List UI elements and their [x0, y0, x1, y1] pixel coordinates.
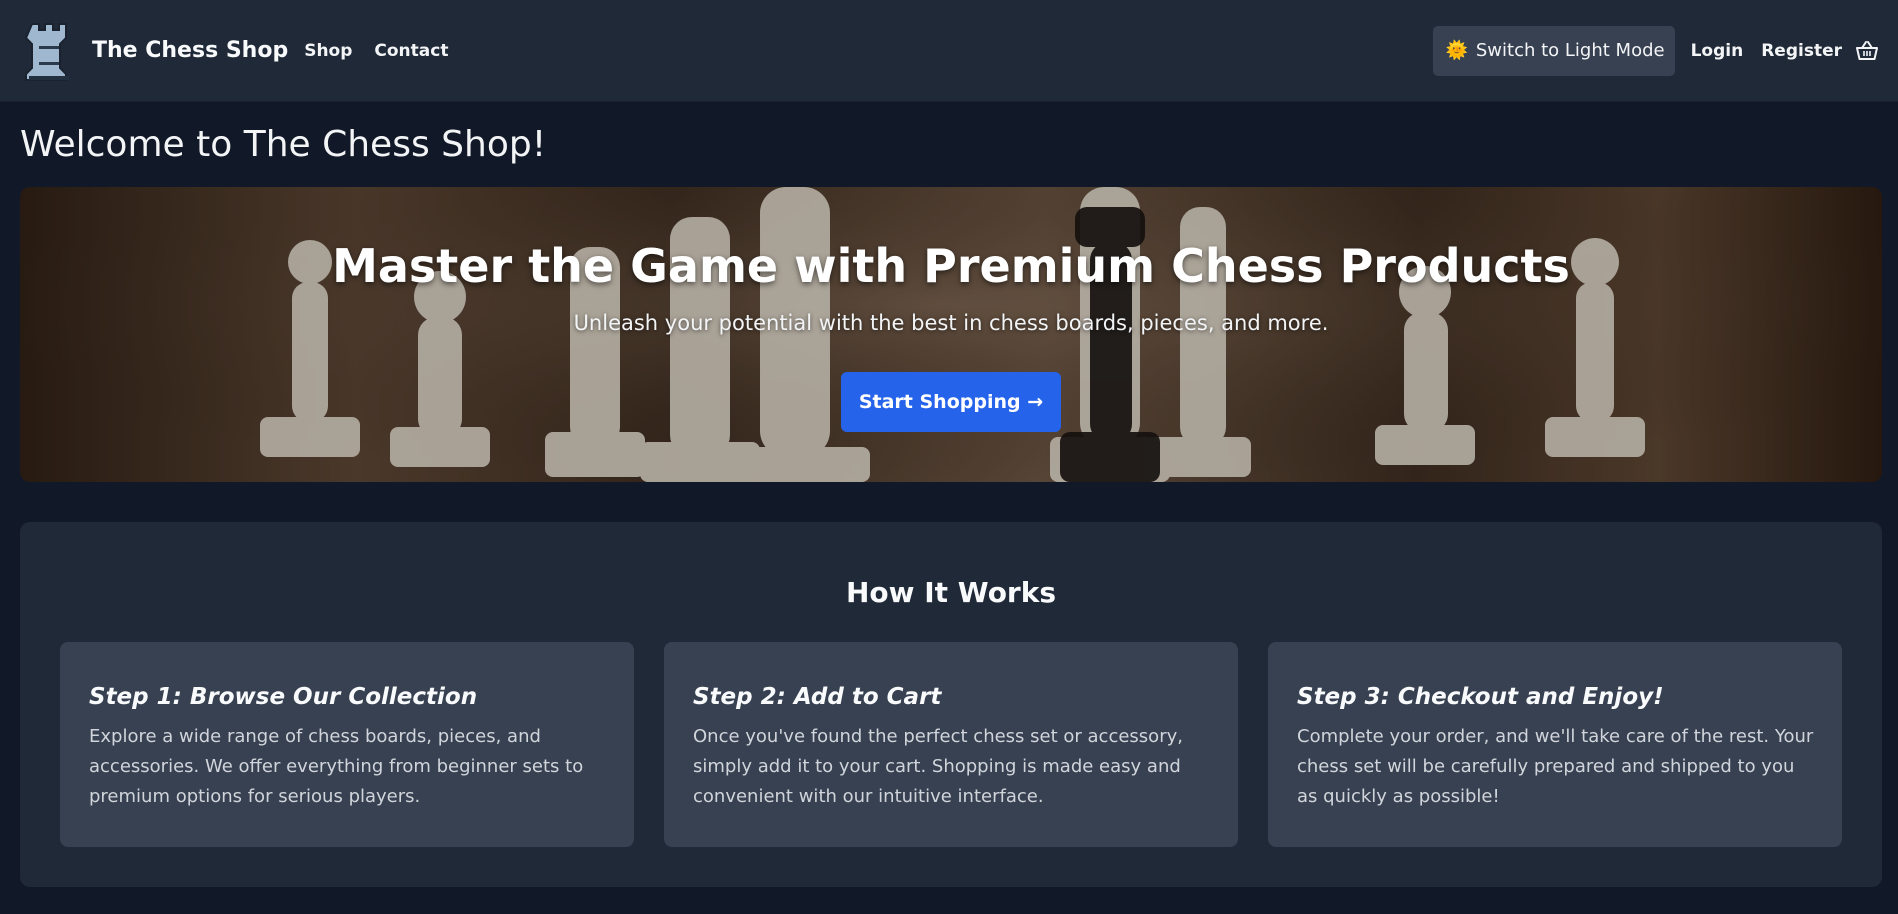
- brand-name[interactable]: The Chess Shop: [92, 38, 288, 63]
- step-card-1: Step 1: Browse Our Collection Explore a …: [60, 642, 634, 847]
- hero-title: Master the Game with Premium Chess Produ…: [332, 239, 1570, 293]
- step-card-2: Step 2: Add to Cart Once you've found th…: [664, 642, 1238, 847]
- start-shopping-button[interactable]: Start Shopping →: [841, 372, 1061, 432]
- rook-icon[interactable]: [24, 17, 78, 85]
- step-text: Complete your order, and we'll take care…: [1297, 726, 1814, 807]
- step-title: Step 2: Add to Cart: [693, 684, 942, 710]
- nav-left: The Chess Shop Shop Contact: [24, 17, 470, 85]
- how-it-works-title: How It Works: [845, 576, 1057, 609]
- step-card-3: Step 3: Checkout and Enjoy! Complete you…: [1268, 642, 1842, 847]
- step-text: Once you've found the perfect chess set …: [693, 726, 1183, 807]
- nav-contact[interactable]: Contact: [374, 41, 448, 61]
- page-title: Welcome to The Chess Shop!: [20, 124, 547, 165]
- how-it-works-section: How It Works Step 1: Browse Our Collecti…: [20, 522, 1882, 887]
- nav-right: 🌞 Switch to Light Mode Login Register: [1433, 25, 1878, 76]
- nav-shop[interactable]: Shop: [304, 41, 352, 61]
- theme-toggle-button[interactable]: 🌞 Switch to Light Mode: [1433, 25, 1675, 76]
- step-title: Step 3: Checkout and Enjoy!: [1297, 684, 1664, 710]
- theme-toggle-label: Switch to Light Mode: [1475, 40, 1665, 61]
- hero-banner: Master the Game with Premium Chess Produ…: [20, 187, 1882, 482]
- hero-subtitle: Unleash your potential with the best in …: [573, 311, 1329, 335]
- navbar: The Chess Shop Shop Contact 🌞 Switch to …: [0, 0, 1898, 102]
- step-text: Explore a wide range of chess boards, pi…: [89, 726, 584, 807]
- sun-icon: 🌞: [1445, 40, 1468, 61]
- step-title: Step 1: Browse Our Collection: [89, 684, 478, 710]
- basket-icon[interactable]: [1856, 40, 1878, 62]
- nav-register[interactable]: Register: [1761, 41, 1842, 61]
- hero-content: Master the Game with Premium Chess Produ…: [20, 187, 1882, 482]
- nav-login[interactable]: Login: [1691, 41, 1744, 61]
